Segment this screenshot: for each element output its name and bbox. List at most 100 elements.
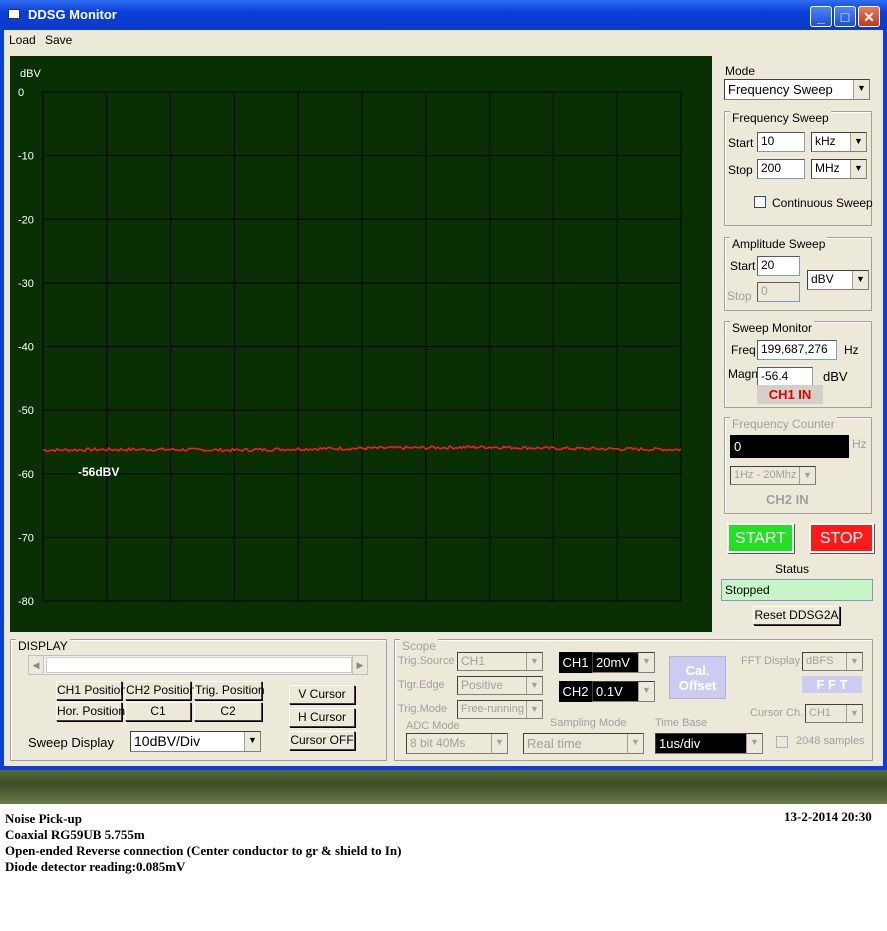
amplitude-sweep-title: Amplitude Sweep [730, 237, 828, 251]
time-base-select[interactable]: 1us/div ▼ [655, 733, 763, 754]
note-line-3: Open-ended Reverse connection (Center co… [5, 843, 402, 858]
chevron-down-icon: ▼ [850, 160, 866, 178]
sampling-mode-select[interactable]: Real time ▼ [523, 733, 644, 754]
monitor-freq-unit: Hz [844, 343, 859, 357]
amp-start-label: Start [730, 259, 756, 273]
stop-button[interactable]: STOP [809, 523, 874, 553]
chevron-down-icon: ▼ [853, 80, 869, 99]
y-tick-label: -40 [18, 342, 34, 354]
chevron-down-icon: ▼ [526, 677, 542, 694]
chevron-down-icon: ▼ [638, 682, 654, 701]
menu-load[interactable]: Load [9, 33, 36, 47]
monitor-magn-value: -56.4 [757, 367, 813, 387]
fft-display-select[interactable]: dBFS ▼ [802, 652, 863, 671]
cursor-ch-select[interactable]: CH1 ▼ [805, 704, 863, 723]
h-cursor-button[interactable]: H Cursor [289, 708, 355, 727]
trig-source-label: Trig.Source [398, 655, 455, 667]
menu-save[interactable]: Save [45, 33, 72, 47]
hor-position-button[interactable]: Hor. Position [56, 702, 125, 721]
chevron-down-icon: ▼ [526, 701, 542, 718]
maximize-button[interactable]: □ [834, 6, 856, 27]
trig-source-value: CH1 [461, 654, 486, 668]
y-tick-label: -60 [18, 469, 34, 481]
y-tick-label: -80 [18, 596, 34, 608]
continuous-sweep-label: Continuous Sweep [772, 196, 873, 210]
frequency-sweep-title: Frequency Sweep [730, 111, 831, 125]
freq-stop-input[interactable]: 200 [757, 159, 805, 179]
sweep-monitor-title: Sweep Monitor [730, 321, 815, 335]
trig-mode-select[interactable]: Free-running ▼ [457, 700, 543, 719]
note-line-4: Diode detector reading:0.085mV [5, 859, 186, 874]
freq-stop-unit-value: MHz [815, 161, 840, 175]
chevron-down-icon: ▼ [244, 732, 260, 751]
y-tick-label: -50 [18, 405, 34, 417]
monitor-freq-value: 199,687,276 [757, 340, 837, 360]
cal-offset-button[interactable]: Cal. Offset [669, 656, 726, 699]
sampling-mode-label: Sampling Mode [550, 717, 627, 729]
title-bar[interactable]: DDSG Monitor _ □ ✕ [0, 0, 887, 30]
mode-label: Mode [725, 64, 756, 78]
scrollbar-track[interactable] [46, 657, 352, 673]
y-unit-label: dBV [20, 68, 41, 80]
reset-ddsg2a-button[interactable]: Reset DDSG2A [753, 606, 840, 625]
cursor-off-button[interactable]: Cursor OFF [289, 731, 355, 750]
counter-range-select[interactable]: 1Hz - 20Mhz ▼ [730, 466, 816, 485]
sweep-display-label: Sweep Display [28, 735, 114, 750]
ch2-label: CH2 [559, 681, 592, 702]
amp-unit-select[interactable]: dBV ▼ [807, 270, 869, 290]
adc-mode-select[interactable]: 8 bit 40Ms ▼ [406, 733, 508, 754]
sweep-display-select[interactable]: 10dBV/Div ▼ [130, 731, 261, 752]
samples-2048-checkbox[interactable] [776, 736, 788, 748]
plot-chart: 0 -10 -20 -30 -40 -50 -60 -70 -80 dBV -56dBV [18, 68, 682, 608]
ch2-position-button[interactable]: CH2 Position [125, 681, 196, 700]
amp-unit-value: dBV [811, 272, 834, 286]
ch1-volts-select[interactable]: 20mV ▼ [592, 652, 655, 673]
c2-button[interactable]: C2 [194, 702, 262, 721]
chevron-down-icon: ▼ [799, 467, 815, 484]
ch2-volts-select[interactable]: 0.1V ▼ [592, 681, 655, 702]
counter-channel: CH2 IN [766, 492, 809, 507]
fft-display-label: FFT Display [741, 655, 801, 667]
freq-start-input[interactable]: 10 [757, 132, 805, 152]
sweep-display-value: 10dBV/Div [134, 733, 201, 749]
horizontal-scrollbar[interactable]: ◀ ▶ [28, 655, 368, 675]
frequency-counter-title: Frequency Counter [730, 417, 837, 431]
status-value: Stopped [721, 579, 873, 601]
note-line-2: Coaxial RG59UB 5.755m [5, 827, 145, 842]
monitor-freq-label: Freq [731, 343, 756, 357]
mode-select-value: Frequency Sweep [728, 82, 833, 97]
close-button[interactable]: ✕ [858, 6, 880, 27]
counter-value: 0 [730, 435, 849, 458]
y-tick-label: -70 [18, 532, 34, 544]
amp-stop-label: Stop [727, 289, 752, 303]
start-button[interactable]: START [727, 523, 794, 553]
ch1-position-button[interactable]: CH1 Position [56, 681, 127, 700]
window-title: DDSG Monitor [28, 7, 117, 22]
mode-select[interactable]: Frequency Sweep ▼ [724, 79, 870, 100]
display-title: DISPLAY [16, 639, 70, 653]
amp-stop-input[interactable]: 0 [757, 282, 800, 302]
counter-range-value: 1Hz - 20Mhz [734, 469, 797, 481]
ch1-volts-value: 20mV [596, 655, 630, 670]
desktop-background [0, 770, 887, 804]
y-tick-label: -10 [18, 151, 34, 163]
amp-start-input[interactable]: 20 [757, 256, 800, 276]
c1-button[interactable]: C1 [125, 702, 191, 721]
chevron-down-icon: ▼ [491, 734, 507, 753]
fft-button[interactable]: F F T [802, 676, 862, 693]
v-cursor-button[interactable]: V Cursor [289, 685, 355, 704]
ch1-label: CH1 [559, 652, 592, 673]
scope-title: Scope [400, 639, 439, 653]
minimize-button[interactable]: _ [810, 6, 832, 27]
scroll-right-icon[interactable]: ▶ [352, 656, 367, 674]
freq-start-unit-select[interactable]: kHz ▼ [811, 132, 867, 152]
trig-edge-select[interactable]: Positive ▼ [457, 676, 543, 695]
trig-mode-label: Trig.Mode [398, 703, 448, 715]
trig-position-button[interactable]: Trig. Position [194, 681, 265, 700]
trig-source-select[interactable]: CH1 ▼ [457, 652, 543, 671]
freq-stop-unit-select[interactable]: MHz ▼ [811, 159, 867, 179]
chevron-down-icon: ▼ [526, 653, 542, 670]
chevron-down-icon: ▼ [638, 653, 654, 672]
continuous-sweep-checkbox[interactable] [754, 196, 766, 208]
scroll-left-icon[interactable]: ◀ [29, 656, 44, 674]
